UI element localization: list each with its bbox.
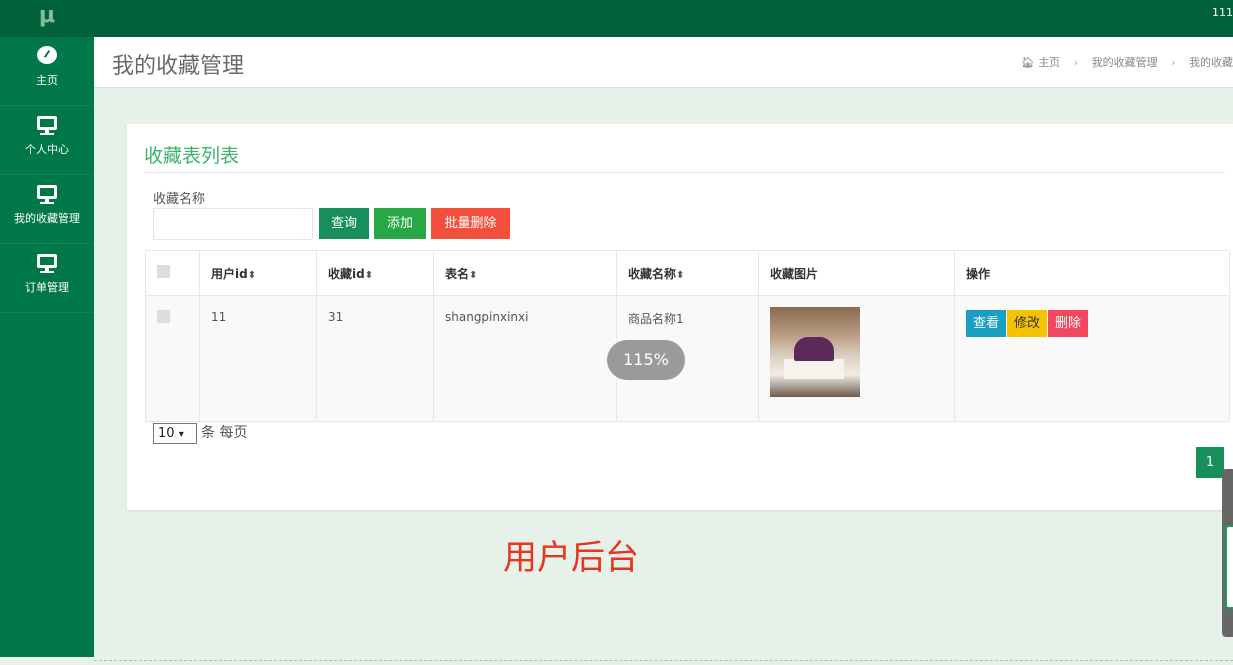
home-icon: 🏠︎ [1020,56,1035,69]
query-button[interactable]: 查询 [319,208,369,239]
monitor-icon [37,254,57,273]
edit-button[interactable]: 修改 [1007,310,1048,337]
column-header[interactable]: 表名⬍ [433,250,617,296]
card-title: 收藏表列表 [144,145,240,167]
sidebar-item-label: 订单管理 [25,281,69,294]
monitor-icon [37,185,57,204]
column-header: 收藏图片 [758,250,955,296]
user-name[interactable]: 111 [1212,6,1233,19]
page-size-suffix: 条 每页 [201,425,248,441]
sidebar-item-orders[interactable]: 订单管理 [0,244,94,313]
row-checkbox[interactable] [157,310,170,323]
page-header: 我的收藏管理 🏠︎ 主页 › 我的收藏管理 › 我的收藏 [94,37,1233,88]
sidebar-item-label: 个人中心 [25,143,69,156]
divider [94,660,1233,661]
dashboard-icon [37,46,57,64]
sort-icon: ⬍ [247,269,257,281]
favorites-card: 收藏表列表 收藏名称 查询 添加 批量删除 用户id⬍ 收藏id⬍ 表名⬍ 收藏… [127,124,1233,510]
breadcrumb-favorites[interactable]: 我的收藏管理 [1092,56,1158,69]
page-size-control: 10 ▾ 条 每页 [153,422,247,444]
sidebar-item-favorites[interactable]: 我的收藏管理 [0,175,94,244]
sidebar: 主页 个人中心 我的收藏管理 订单管理 [0,37,94,657]
page-size-select[interactable]: 10 ▾ [153,423,197,444]
page-1-button[interactable]: 1 [1196,447,1224,478]
sidebar-item-profile[interactable]: 个人中心 [0,106,94,175]
delete-button[interactable]: 删除 [1048,310,1089,337]
top-bar: μ 111 [0,0,1233,37]
select-all-checkbox[interactable] [157,265,170,278]
add-button[interactable]: 添加 [374,208,426,239]
sidebar-item-label: 主页 [36,74,58,87]
chevron-right-icon: › [1073,56,1079,69]
sidebar-item-label: 我的收藏管理 [14,212,80,225]
floating-side-panel[interactable] [1222,469,1233,637]
table-header-row: 用户id⬍ 收藏id⬍ 表名⬍ 收藏名称⬍ 收藏图片 操作 [145,250,1230,296]
search-label: 收藏名称 [153,192,206,207]
app-logo: μ [38,3,56,28]
cell-user-id: 11 [199,295,317,422]
zoom-indicator: 115% [607,340,685,380]
column-header[interactable]: 收藏id⬍ [316,250,434,296]
page-title: 我的收藏管理 [112,54,245,79]
monitor-icon [37,116,57,135]
chevron-down-icon: ▾ [178,429,184,440]
table-row: 11 31 shangpinxinxi 商品名称1 查看 修改 删除 [145,295,1230,422]
favorites-table: 用户id⬍ 收藏id⬍ 表名⬍ 收藏名称⬍ 收藏图片 操作 11 31 shan… [145,250,1230,422]
breadcrumb-home[interactable]: 主页 [1038,56,1060,69]
column-header[interactable]: 收藏名称⬍ [616,250,759,296]
sort-icon: ⬍ [676,269,685,281]
view-button[interactable]: 查看 [966,310,1007,337]
column-header[interactable]: 用户id⬍ [199,250,317,296]
caption-text: 用户后台 [503,538,639,578]
cell-table-name: shangpinxinxi [433,295,617,422]
batch-delete-button[interactable]: 批量删除 [431,208,510,239]
cell-fav-id: 31 [316,295,434,422]
sort-icon: ⬍ [364,269,374,281]
breadcrumb-current: 我的收藏 [1189,56,1233,69]
chevron-right-icon: › [1171,56,1176,69]
divider [144,172,1225,173]
search-input[interactable] [153,208,313,240]
breadcrumb: 🏠︎ 主页 › 我的收藏管理 › 我的收藏 [1021,54,1233,70]
sidebar-item-home[interactable]: 主页 [0,37,94,106]
sort-icon: ⬍ [469,269,478,281]
column-header: 操作 [954,250,1230,296]
favorite-image[interactable] [770,307,860,397]
